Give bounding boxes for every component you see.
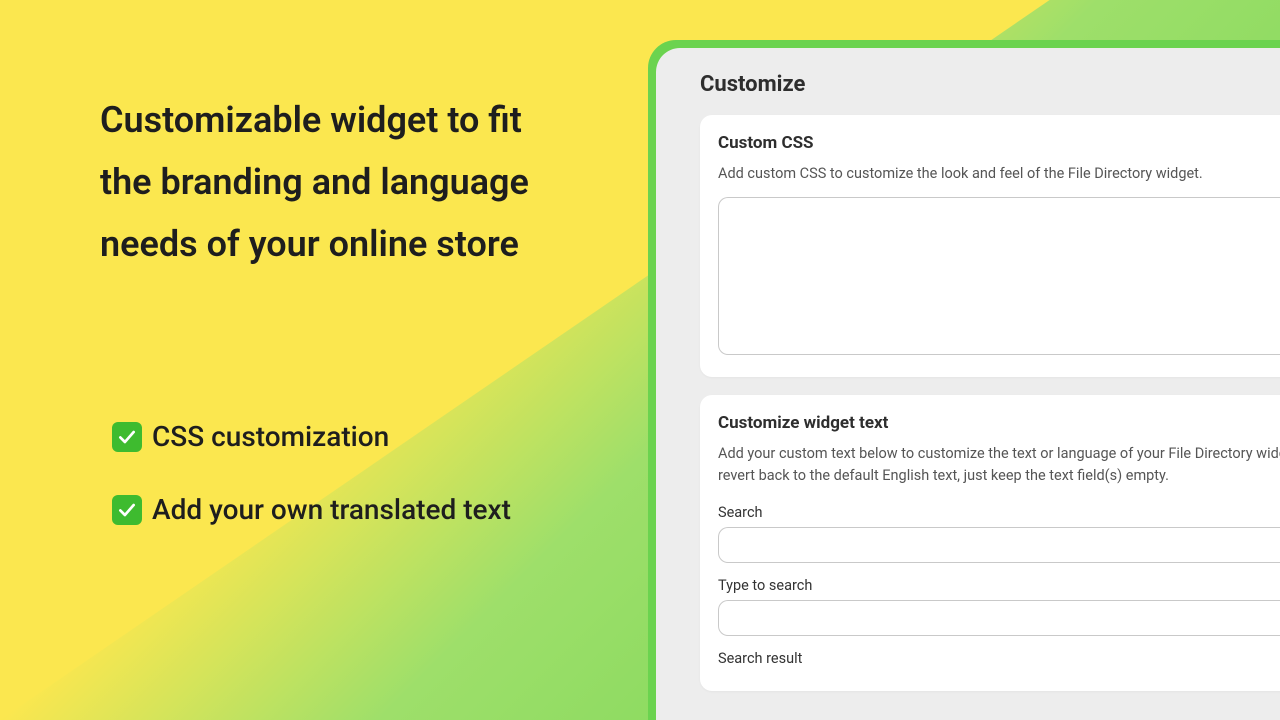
hero-bullets: CSS customization Add your own translate… <box>112 420 592 566</box>
custom-css-textarea[interactable] <box>718 197 1280 355</box>
check-icon <box>112 422 142 452</box>
bullet-css-customization: CSS customization <box>112 420 592 453</box>
card-title: Customize widget text <box>718 413 1280 433</box>
customize-panel: Customize Custom CSS Add custom CSS to c… <box>656 48 1280 720</box>
card-subtitle: Add your custom text below to customize … <box>718 443 1280 487</box>
card-custom-css: Custom CSS Add custom CSS to customize t… <box>700 115 1280 377</box>
card-subtitle: Add custom CSS to customize the look and… <box>718 163 1280 185</box>
panel-title: Customize <box>656 72 1280 115</box>
field-label-type-to-search: Type to search <box>718 577 1280 594</box>
card-title: Custom CSS <box>718 133 1280 153</box>
field-label-search-result: Search result <box>718 650 1280 667</box>
field-label-search: Search <box>718 504 1280 521</box>
bullet-translated-text: Add your own translated text <box>112 493 592 526</box>
check-icon <box>112 495 142 525</box>
bullet-text: CSS customization <box>152 420 389 453</box>
type-to-search-input[interactable] <box>718 600 1280 636</box>
bullet-text: Add your own translated text <box>152 493 511 526</box>
hero-headline: Customizable widget to fit the branding … <box>100 90 580 276</box>
card-customize-text: Customize widget text Add your custom te… <box>700 395 1280 692</box>
promo-stage: Customizable widget to fit the branding … <box>0 0 1280 720</box>
panel-frame: Customize Custom CSS Add custom CSS to c… <box>648 40 1280 720</box>
search-input[interactable] <box>718 527 1280 563</box>
